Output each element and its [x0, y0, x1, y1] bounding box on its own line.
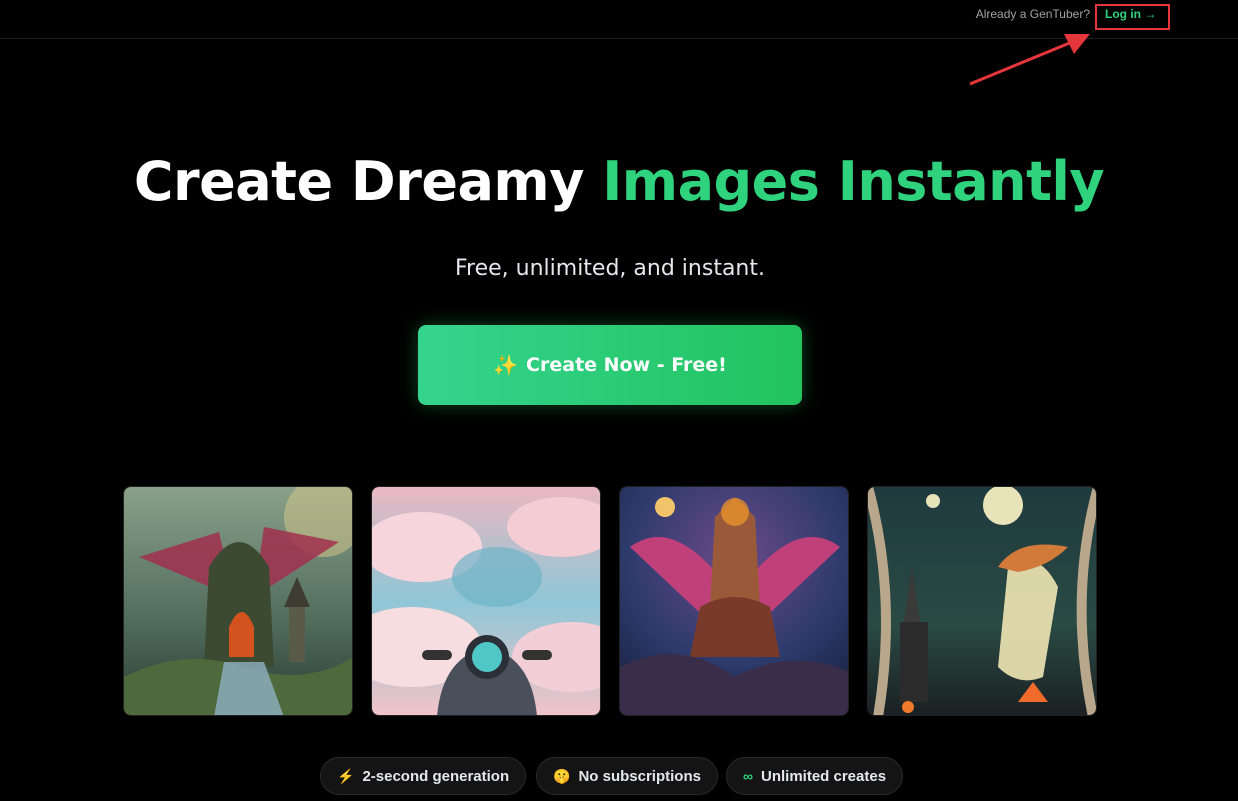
- hero-subtitle: Free, unlimited, and instant.: [454, 256, 765, 281]
- create-now-label: Create Now - Free!: [526, 354, 727, 376]
- login-link[interactable]: Log in →: [1105, 7, 1156, 21]
- feature-label: 2-second generation: [362, 767, 510, 785]
- sparkles-icon: ✨: [493, 353, 519, 377]
- fire-demon-dragon-image[interactable]: [619, 486, 849, 716]
- shush-emoji-icon: 🤫: [553, 767, 571, 784]
- feature-label: Unlimited creates: [760, 767, 887, 785]
- lightning-icon: ⚡: [337, 767, 355, 784]
- title-green-part: Images Instantly: [602, 150, 1105, 213]
- feature-pill-speed: ⚡ 2-second generation: [320, 757, 527, 795]
- feature-pill-subscriptions: 🤫 No subscriptions: [536, 757, 718, 795]
- feature-label: No subscriptions: [578, 767, 701, 785]
- annotation-arrow-icon: [969, 34, 1090, 86]
- title-white-part: Create Dreamy: [133, 150, 585, 213]
- dragon-castle-image[interactable]: [123, 486, 353, 716]
- moon-goddess-image[interactable]: [867, 486, 1097, 716]
- infinity-icon: ∞: [743, 768, 753, 784]
- create-now-button[interactable]: ✨ Create Now - Free!: [418, 325, 802, 405]
- pink-clouds-motorcycle-image[interactable]: [371, 486, 601, 716]
- feature-pill-unlimited: ∞ Unlimited creates: [726, 757, 904, 795]
- already-member-text: Already a GenTuber?: [975, 7, 1090, 21]
- page-title: Create Dreamy Images Instantly: [0, 150, 1238, 213]
